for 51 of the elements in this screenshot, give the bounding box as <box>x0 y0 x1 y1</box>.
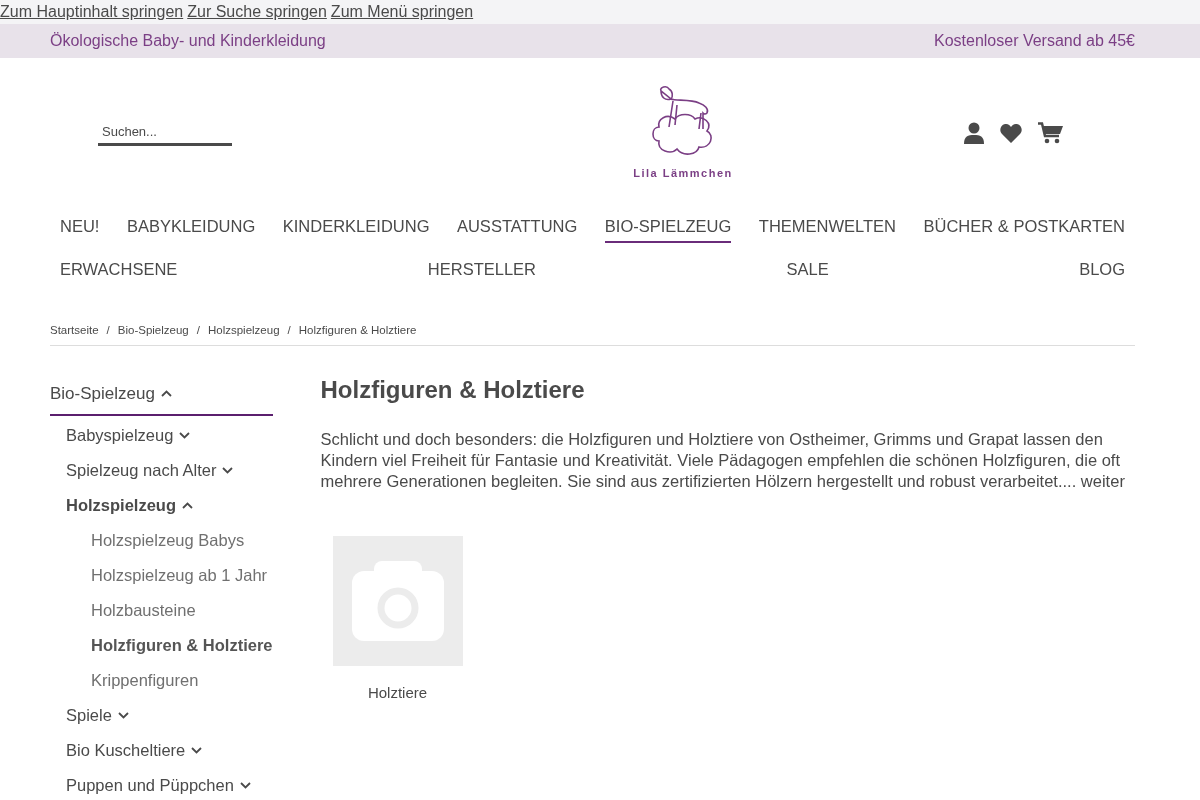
nav-link[interactable]: ERWACHSENE <box>60 250 178 286</box>
nav-link[interactable]: BLOG <box>1079 250 1125 286</box>
sidebar-item[interactable]: Holzspielzeug Babys <box>91 522 245 558</box>
nav-link[interactable]: BABYKLEIDUNG <box>126 208 256 243</box>
skip-link[interactable]: Zur Suche springen <box>187 0 327 24</box>
skip-link[interactable]: Zum Menü springen <box>330 0 474 24</box>
nav-link[interactable]: BÜCHER & POSTKARTEN <box>923 208 1125 243</box>
breadcrumb-separator: / <box>106 322 110 338</box>
sidebar-item[interactable]: Puppen und Püppchen <box>66 767 251 800</box>
sidebar-item[interactable]: Spiele <box>66 697 129 733</box>
heart-icon[interactable] <box>1000 123 1022 143</box>
nav-link[interactable]: THEMENWELTEN <box>758 208 897 243</box>
user-icon[interactable] <box>964 122 984 144</box>
nav-link[interactable]: SALE <box>786 250 829 286</box>
breadcrumb-separator: / <box>196 322 200 338</box>
caret-down-icon <box>222 466 234 474</box>
sidebar-item[interactable]: Bio-Spielzeug <box>50 375 172 411</box>
sidebar-item[interactable]: Babyspielzeug <box>66 417 191 453</box>
sidebar-item[interactable]: Holzspielzeug ab 1 Jahr <box>91 557 268 593</box>
breadcrumb-link[interactable]: Startseite <box>50 321 99 339</box>
breadcrumb-link[interactable]: Holzfiguren & Holztiere <box>298 321 417 339</box>
caret-down-icon <box>191 746 203 754</box>
nav-link[interactable]: HERSTELLER <box>427 250 536 286</box>
breadcrumb-separator: / <box>287 322 291 338</box>
category-link[interactable]: Holztiere <box>367 681 428 705</box>
logo-text: Lila Lämmchen <box>633 165 733 181</box>
tagline-text: Ökologische Baby- und Kinderkleidung <box>50 31 326 51</box>
breadcrumb-link[interactable]: Holzspielzeug <box>207 321 280 339</box>
search-field[interactable]: Suchen... <box>98 119 232 147</box>
caret-up-icon <box>182 501 193 509</box>
nav-link[interactable]: NEU! <box>60 208 100 243</box>
read-more-link[interactable]: weiter <box>1080 471 1125 490</box>
cart-icon[interactable] <box>1038 122 1063 144</box>
sidebar-item[interactable]: Spielzeug nach Alter <box>66 452 234 488</box>
nav-link[interactable]: BIO-SPIELZEUG <box>604 208 732 243</box>
sidebar-item[interactable]: Holzbausteine <box>91 592 196 628</box>
caret-down-icon <box>239 781 251 789</box>
sidebar-item[interactable]: Holzfiguren & Holztiere <box>91 627 273 663</box>
nav-link[interactable]: AUSSTATTUNG <box>456 208 578 243</box>
sidebar-item[interactable]: Holzspielzeug <box>66 487 193 523</box>
breadcrumb-link[interactable]: Bio-Spielzeug <box>117 321 189 339</box>
caret-down-icon <box>179 431 191 439</box>
skip-link[interactable]: Zum Hauptinhalt springen <box>0 0 184 24</box>
sidebar-item[interactable]: Bio Kuscheltiere <box>66 732 203 768</box>
sidebar-item[interactable]: Krippenfiguren <box>91 662 199 698</box>
shipping-text: Kostenloser Versand ab 45€ <box>933 31 1135 51</box>
category-description: Schlicht und doch besonders: die Holzfiguren und Holztiere von Ostheimer, Grimms und Grapat lassen den Kindern viel Freiheit für Fantasie und Kreativität. Viele Pädagogen empfehlen die schönen Holzfiguren, die oft mehrere Generationen begleiten. Sie sind aus zertifizierten Hölzern hergestellt und robust verarbeitet.... weiter <box>320 428 1126 492</box>
caret-down-icon <box>117 711 129 719</box>
nav-link[interactable]: KINDERKLEIDUNG <box>282 208 430 243</box>
page-title: Holzfiguren & Holztiere <box>320 375 586 405</box>
caret-up-icon <box>160 389 172 397</box>
